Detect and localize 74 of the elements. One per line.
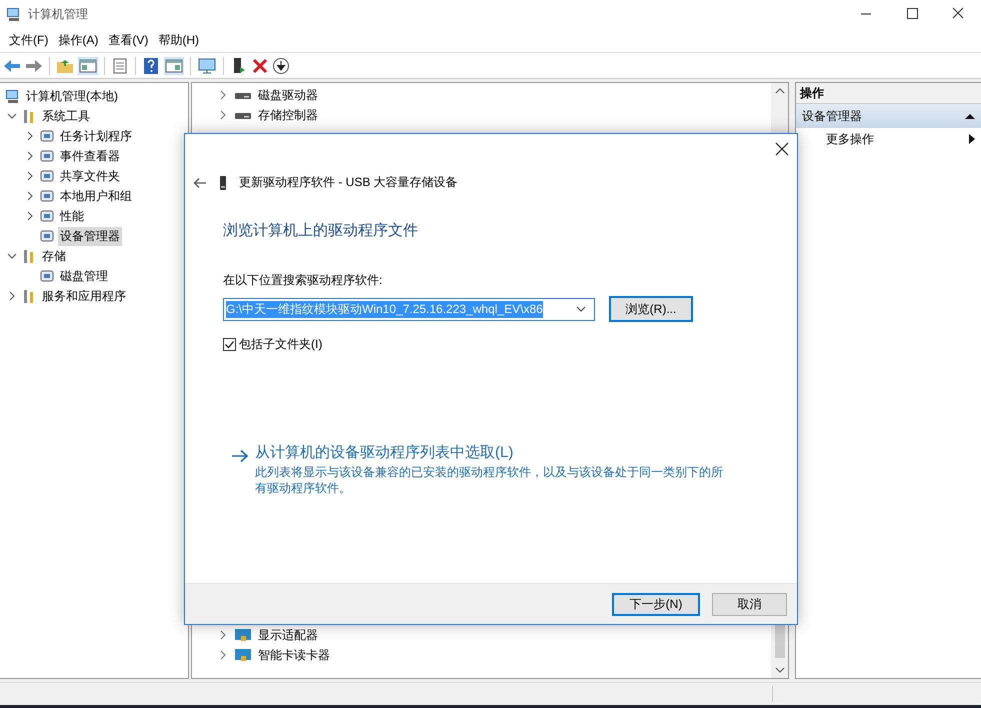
node-icon — [39, 268, 55, 284]
expand-chevron-icon[interactable] — [25, 211, 35, 221]
computer-icon — [6, 6, 22, 22]
submenu-triangle-icon — [969, 134, 975, 144]
scroll-down-icon[interactable] — [774, 666, 784, 674]
usb-drive-icon — [219, 176, 227, 190]
right-arrow-icon[interactable] — [231, 449, 249, 463]
monitor-icon — [234, 647, 252, 663]
folder-icon[interactable] — [56, 58, 74, 74]
tree-item[interactable]: 事件查看器 — [58, 146, 122, 166]
expand-chevron-icon[interactable] — [218, 90, 228, 100]
action-item[interactable]: 更多操作 — [826, 130, 874, 148]
tree-item[interactable]: 任务计划程序 — [58, 126, 134, 146]
expand-chevron-icon[interactable] — [218, 110, 228, 120]
node-icon — [39, 168, 55, 184]
scroll-up-icon[interactable] — [774, 87, 784, 95]
tree-item[interactable]: 性能 — [58, 206, 86, 226]
field-label: 在以下位置搜索驱动程序软件: — [223, 272, 384, 289]
menu-item[interactable]: 文件(F) — [4, 30, 54, 50]
option-link[interactable]: 从计算机的设备驱动程序列表中选取(L) — [255, 443, 725, 462]
node-icon — [39, 228, 55, 244]
monitor-icon[interactable] — [197, 56, 217, 74]
computer-icon — [5, 88, 21, 104]
dropdown-chevron-icon[interactable] — [576, 306, 586, 312]
help-icon[interactable] — [142, 56, 160, 74]
tree-item[interactable]: 存储 — [40, 246, 68, 266]
actions-header: 操作 — [796, 83, 981, 104]
browse-button[interactable]: 浏览(R)... — [609, 296, 693, 322]
actions-section[interactable]: 设备管理器 — [796, 104, 981, 128]
expand-chevron-icon[interactable] — [25, 151, 35, 161]
forward-arrow-icon[interactable] — [25, 58, 43, 74]
menu-item[interactable]: 帮助(H) — [153, 30, 204, 50]
collapse-triangle-icon[interactable] — [965, 112, 975, 120]
tree-item[interactable]: 计算机管理(本地) — [24, 86, 120, 106]
cancel-button[interactable]: 取消 — [712, 592, 787, 616]
menu-item[interactable]: 操作(A) — [53, 30, 104, 50]
menu-item[interactable]: 查看(V) — [103, 30, 154, 50]
cross-icon[interactable] — [252, 58, 268, 74]
node-icon — [39, 148, 55, 164]
tree-item[interactable]: 系统工具 — [40, 106, 92, 126]
device-category[interactable]: 存储控制器 — [258, 106, 318, 124]
document-icon[interactable] — [111, 58, 129, 74]
node-icon — [39, 128, 55, 144]
panel-icon[interactable] — [164, 56, 184, 74]
monitor-icon — [234, 627, 252, 643]
expand-chevron-icon[interactable] — [218, 650, 228, 660]
node-icon — [39, 188, 55, 204]
collapse-chevron-icon[interactable] — [7, 251, 17, 261]
checkbox[interactable] — [223, 338, 236, 351]
device-category[interactable]: 智能卡读卡器 — [258, 646, 330, 664]
tree-item[interactable]: 设备管理器 — [58, 226, 122, 246]
back-arrow-icon[interactable] — [193, 176, 207, 188]
expand-chevron-icon[interactable] — [25, 171, 35, 181]
dialog-heading: 浏览计算机上的驱动程序文件 — [223, 221, 419, 240]
device-category[interactable]: 磁盘驱动器 — [258, 86, 318, 104]
checkbox-label[interactable]: 包括子文件夹(I) — [239, 336, 322, 353]
tree-item[interactable]: 磁盘管理 — [58, 266, 110, 286]
tree-item[interactable]: 服务和应用程序 — [40, 286, 128, 306]
back-arrow-icon[interactable] — [3, 58, 21, 74]
expand-chevron-icon[interactable] — [7, 291, 17, 301]
expand-chevron-icon[interactable] — [25, 131, 35, 141]
expand-chevron-icon[interactable] — [218, 630, 228, 640]
expand-chevron-icon[interactable] — [25, 191, 35, 201]
close-icon[interactable] — [775, 142, 789, 156]
collapse-chevron-icon[interactable] — [7, 111, 17, 121]
panel-icon[interactable] — [78, 56, 98, 74]
dialog-title: 更新驱动程序软件 - USB 大容量存储设备 — [239, 174, 458, 191]
window-title: 计算机管理 — [28, 6, 88, 22]
device-category[interactable]: 显示适配器 — [258, 626, 318, 644]
node-icon — [39, 208, 55, 224]
option-description: 此列表将显示与该设备兼容的已安装的驱动程序软件，以及与该设备处于同一类别下的所有驱动程序软件。 — [255, 464, 724, 496]
tree-item[interactable]: 本地用户和组 — [58, 186, 134, 206]
next-button[interactable]: 下一步(N) — [612, 592, 700, 616]
tree-item[interactable]: 共享文件夹 — [58, 166, 122, 186]
